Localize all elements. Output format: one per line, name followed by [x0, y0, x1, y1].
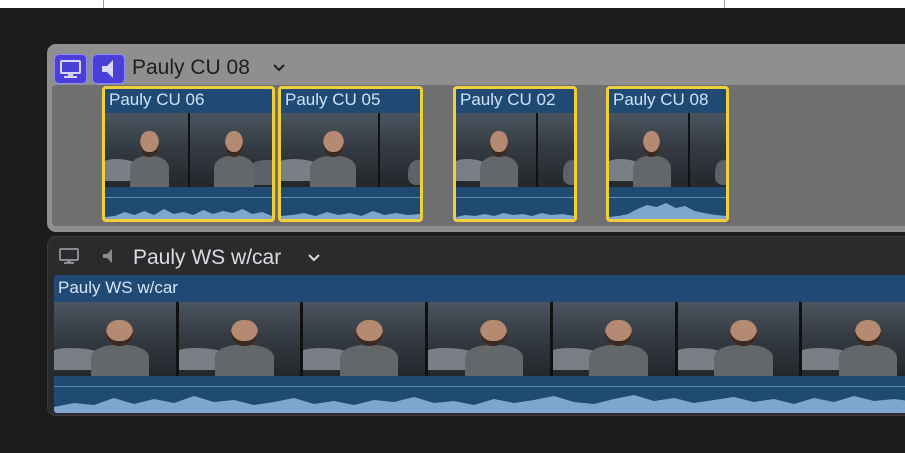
- clip-title: Pauly CU 08: [613, 90, 709, 109]
- audition-header: Pauly CU 08: [47, 44, 905, 84]
- filmstrip: [456, 113, 574, 187]
- ruler-tick: [103, 0, 104, 8]
- audio-waveform: [281, 189, 420, 219]
- clip-title: Pauly CU 02: [460, 90, 556, 109]
- timeline-ruler: [0, 0, 905, 8]
- audio-waveform: [456, 189, 574, 219]
- filmstrip: [54, 302, 905, 376]
- audition-clip[interactable]: Pauly CU 08: [606, 86, 729, 222]
- video-monitor-icon[interactable]: [54, 54, 87, 84]
- clip-title: Pauly CU 06: [109, 90, 205, 109]
- video-thumbnail: [677, 302, 800, 376]
- chevron-down-icon[interactable]: [308, 250, 320, 266]
- filmstrip: [609, 113, 726, 187]
- audition-clip[interactable]: Pauly CU 02: [453, 86, 577, 222]
- video-thumbnail: [456, 113, 536, 187]
- storyline-header: Pauly WS w/car: [48, 237, 905, 273]
- video-thumbnail: [105, 113, 188, 187]
- audition-title[interactable]: Pauly CU 08: [132, 56, 250, 80]
- video-thumbnail: [303, 302, 426, 376]
- filmstrip: [105, 113, 272, 187]
- video-thumbnail: [552, 302, 675, 376]
- audio-waveform: [54, 378, 905, 413]
- clip-title: Pauly CU 05: [285, 90, 381, 109]
- video-thumbnail: [54, 302, 176, 376]
- video-thumbnail: [802, 302, 905, 376]
- video-thumbnail: [189, 113, 272, 187]
- video-thumbnail: [537, 113, 574, 187]
- speaker-icon[interactable]: [92, 54, 125, 84]
- video-thumbnail: [609, 113, 689, 187]
- video-thumbnail: [428, 302, 550, 376]
- filmstrip: [281, 113, 420, 187]
- main-clip[interactable]: Pauly WS w/car: [54, 275, 905, 413]
- chevron-down-icon[interactable]: [273, 60, 285, 76]
- speaker-icon[interactable]: [100, 246, 116, 271]
- audition-clip[interactable]: Pauly CU 06: [102, 86, 275, 222]
- video-thumbnail: [690, 113, 726, 187]
- audio-waveform: [105, 189, 272, 219]
- video-thumbnail: [379, 113, 420, 187]
- video-thumbnail: [281, 113, 378, 187]
- video-monitor-icon[interactable]: [58, 246, 80, 271]
- audio-waveform: [609, 189, 726, 219]
- storyline-title[interactable]: Pauly WS w/car: [133, 246, 281, 270]
- video-thumbnail: [178, 302, 301, 376]
- ruler-tick: [724, 0, 725, 8]
- primary-storyline[interactable]: Pauly WS w/car Pauly WS w/car: [47, 236, 905, 416]
- clip-title: Pauly WS w/car: [58, 278, 178, 297]
- audition-clip[interactable]: Pauly CU 05: [278, 86, 423, 222]
